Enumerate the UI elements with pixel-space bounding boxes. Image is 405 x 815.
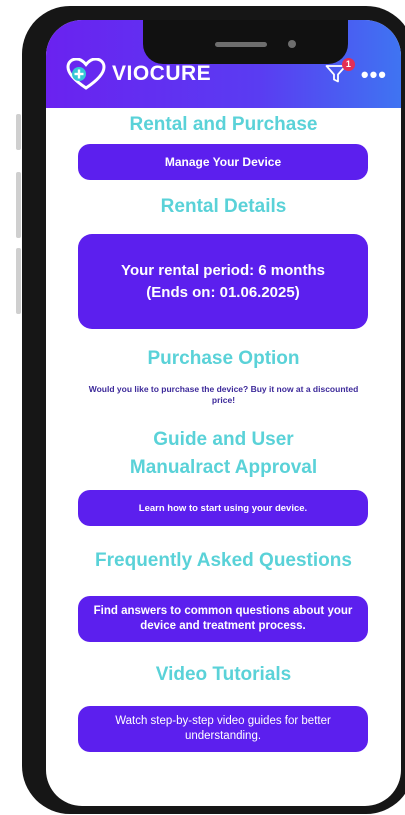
phone-notch bbox=[143, 20, 348, 64]
phone-side-button bbox=[16, 172, 21, 238]
learn-device-button[interactable]: Learn how to start using your device. bbox=[78, 490, 368, 526]
section-title-guide: Guide and User Manualract Approval bbox=[46, 426, 401, 482]
rental-end-date: (Ends on: 01.06.2025) bbox=[146, 283, 300, 301]
manage-device-label: Manage Your Device bbox=[164, 155, 282, 169]
section-title-faq: Frequently Asked Questions bbox=[95, 550, 352, 571]
section-title-purchase-option: Purchase Option bbox=[147, 348, 300, 369]
phone-side-button bbox=[16, 248, 21, 314]
filter-button[interactable]: 1 bbox=[325, 58, 355, 88]
video-tutorials-label: Watch step-by-step video guides for bett… bbox=[115, 715, 331, 742]
camera bbox=[288, 40, 296, 48]
faq-button[interactable]: Find answers to common questions about y… bbox=[78, 596, 368, 642]
phone-screen: VIOCURE 1 ••• Rental and Purchase Manage… bbox=[46, 20, 401, 806]
purchase-option-text: Would you like to purchase the device? B… bbox=[88, 384, 359, 405]
section-title-video-tutorials: Video Tutorials bbox=[155, 664, 292, 685]
header-actions: 1 ••• bbox=[325, 58, 387, 88]
rental-period-text: Your rental period: 6 months bbox=[121, 261, 325, 279]
guide-title-line2: Manualract Approval bbox=[129, 457, 318, 478]
manage-device-button[interactable]: Manage Your Device bbox=[78, 144, 368, 180]
logo-text: VIOCURE bbox=[112, 62, 212, 85]
heart-plus-icon bbox=[66, 58, 106, 90]
phone-side-button bbox=[16, 114, 21, 150]
section-title-rental-details: Rental Details bbox=[160, 196, 287, 217]
video-tutorials-button[interactable]: Watch step-by-step video guides for bett… bbox=[78, 706, 368, 752]
faq-label: Find answers to common questions about y… bbox=[93, 605, 353, 632]
guide-title-line1: Guide and User bbox=[153, 429, 294, 450]
learn-device-label: Learn how to start using your device. bbox=[138, 502, 308, 514]
more-options-icon[interactable]: ••• bbox=[361, 64, 387, 86]
filter-icon bbox=[325, 65, 347, 88]
notification-badge: 1 bbox=[341, 58, 355, 71]
section-title-rental-purchase: Rental and Purchase bbox=[129, 114, 318, 135]
rental-details-card: Your rental period: 6 months (Ends on: 0… bbox=[78, 234, 368, 329]
phone-frame: VIOCURE 1 ••• Rental and Purchase Manage… bbox=[16, 6, 405, 814]
speaker bbox=[215, 42, 267, 47]
